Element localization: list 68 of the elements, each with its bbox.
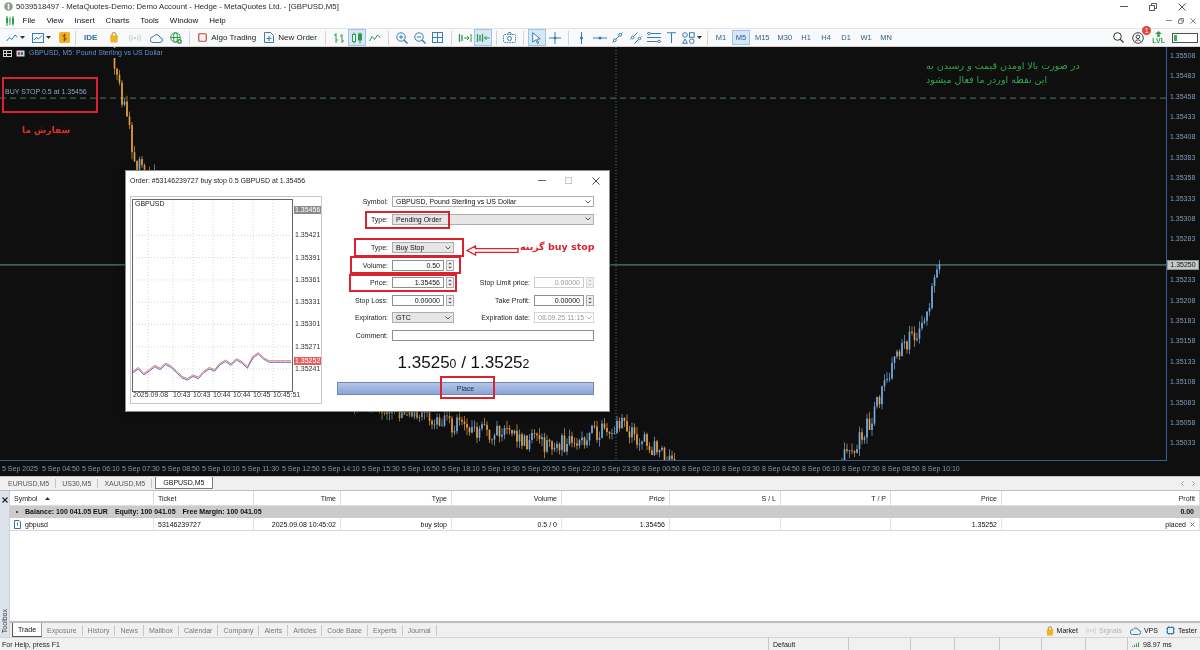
search-icon[interactable]	[1113, 32, 1125, 43]
level-lines-icon[interactable]	[646, 32, 661, 43]
shapes-icon[interactable]	[681, 31, 695, 44]
menu-item[interactable]: View	[40, 16, 70, 25]
document-plus-icon[interactable]	[264, 32, 275, 43]
annotation-text: سفارش ما	[22, 125, 71, 135]
chevron-down-icon[interactable]	[445, 315, 451, 320]
minimize-icon[interactable]	[1119, 6, 1128, 7]
dollar-tile-icon[interactable]	[58, 32, 70, 43]
menu-item[interactable]: File	[17, 16, 41, 25]
signal-bars-icon	[1132, 641, 1140, 647]
trend-line-icon[interactable]	[612, 32, 624, 43]
shopping-bag-icon[interactable]	[1045, 625, 1054, 636]
sort-ascending-icon	[45, 496, 51, 500]
caret-down-icon[interactable]	[45, 36, 51, 39]
menu-item[interactable]: Help	[203, 16, 232, 25]
vertical-line-icon[interactable]	[579, 31, 585, 44]
chevron-down-icon[interactable]	[445, 245, 451, 250]
cloud-icon[interactable]	[149, 32, 163, 43]
chevron-down-icon[interactable]	[585, 217, 591, 221]
close-icon[interactable]	[591, 176, 600, 185]
annotation-text: buy stop گزینه	[520, 241, 595, 252]
annotation-text: در صورت بالا اومدن قیمت و رسیدن به این نقطه اوردر ما فعال میشود	[926, 59, 1081, 87]
restore-icon[interactable]	[1148, 2, 1157, 11]
close-icon[interactable]	[1, 497, 8, 503]
restore-icon[interactable]	[1178, 17, 1184, 24]
zoom-in-icon[interactable]	[395, 31, 408, 44]
table-icon[interactable]	[3, 49, 12, 57]
shopping-bag-icon[interactable]	[109, 32, 120, 43]
document-icon	[14, 519, 21, 529]
up-arrow-icon[interactable]	[1155, 31, 1163, 37]
chip-icon[interactable]	[1165, 626, 1175, 635]
cursor-icon[interactable]	[532, 31, 542, 44]
algo-trading-button[interactable]: Algo Trading	[194, 29, 261, 46]
stop-square-icon[interactable]	[198, 33, 208, 42]
line-chart-icon[interactable]	[368, 33, 381, 42]
spinner-icon[interactable]	[446, 259, 454, 271]
new-order-button[interactable]: New Order	[260, 29, 321, 46]
camera-icon[interactable]	[503, 32, 517, 43]
menu-item[interactable]: Window	[164, 16, 204, 25]
menu-item[interactable]: Insert	[69, 16, 101, 25]
chart-window-icon[interactable]	[31, 32, 44, 43]
minimize-icon[interactable]	[537, 180, 546, 181]
channel-icon[interactable]	[629, 31, 642, 44]
spinner-icon[interactable]	[586, 294, 594, 306]
horizontal-line-icon[interactable]	[592, 35, 607, 40]
menu-item[interactable]: Tools	[134, 16, 165, 25]
pointer-tool-button[interactable]	[527, 29, 546, 46]
cloud-icon[interactable]	[1129, 626, 1141, 635]
zoom-out-icon[interactable]	[413, 31, 426, 44]
chevron-left-icon[interactable]	[1181, 481, 1184, 486]
globe-icon[interactable]	[170, 31, 183, 44]
caret-down-icon[interactable]	[696, 36, 702, 39]
trade-panel-icon[interactable]	[16, 49, 25, 57]
close-icon[interactable]	[1177, 2, 1186, 11]
candles-logo-icon	[5, 15, 15, 26]
chevron-right-icon[interactable]	[1192, 481, 1195, 486]
spinner-icon[interactable]	[446, 277, 454, 288]
ide-button[interactable]: IDE	[80, 29, 102, 46]
chevron-down-icon[interactable]	[585, 199, 591, 204]
left-arrow-icon	[466, 245, 519, 256]
grid-icon[interactable]	[432, 32, 444, 43]
spinner-icon[interactable]	[446, 294, 454, 306]
caret-down-icon[interactable]	[19, 36, 25, 39]
text-tool-icon[interactable]	[667, 32, 677, 43]
comment-field[interactable]	[392, 329, 594, 341]
account-icon[interactable]	[1132, 31, 1145, 44]
menu-item[interactable]: Charts	[100, 16, 135, 25]
